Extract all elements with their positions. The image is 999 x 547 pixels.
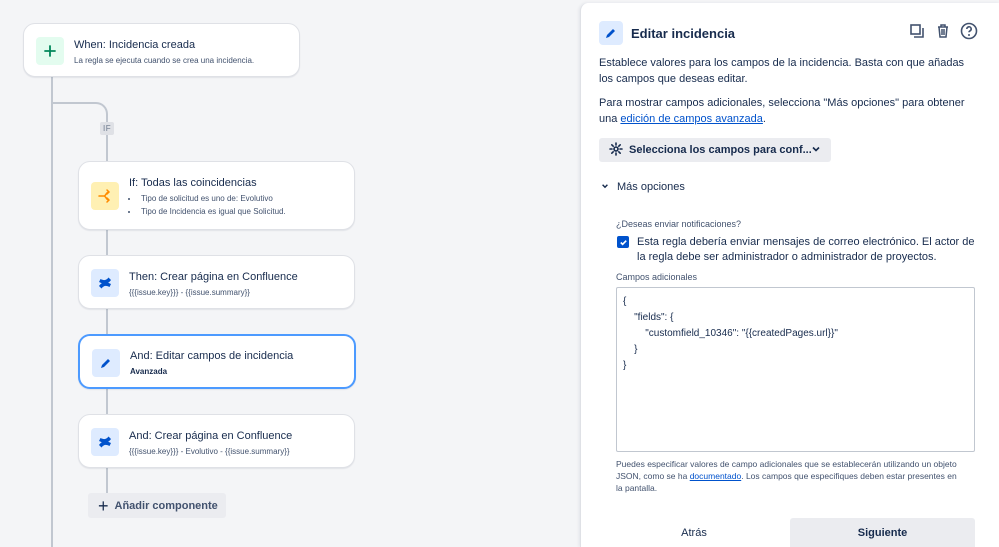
gear-icon (609, 141, 623, 159)
action-card-create-page[interactable]: Then: Crear página en Confluence {{{issu… (78, 255, 355, 309)
if-tag: IF (100, 122, 115, 135)
condition-title: If: Todas las coincidencias (129, 177, 257, 189)
trigger-subtitle: La regla se ejecuta cuando se crea una i… (74, 56, 255, 65)
notify-checkbox[interactable] (617, 236, 629, 248)
panel-intro: Establece valores para los campos de la … (599, 57, 965, 85)
rule-canvas: IF When: Incidencia creada La regla se e… (0, 0, 580, 547)
chevron-down-icon (811, 144, 821, 157)
panel-header: Editar incidencia (599, 21, 979, 47)
condition-item: Tipo de Incidencia es igual que Solicitu… (139, 207, 286, 216)
action-title: And: Editar campos de incidencia (130, 350, 294, 362)
action-card-create-page[interactable]: And: Crear página en Confluence {{{issue… (78, 414, 355, 468)
next-button[interactable]: Siguiente (790, 518, 975, 547)
trash-icon[interactable] (933, 21, 953, 41)
notify-text: Esta regla debería enviar mensajes de co… (637, 236, 975, 263)
more-fields-text: Para mostrar campos adicionales, selecci… (599, 97, 965, 125)
more-options-toggle[interactable]: Más opciones (601, 181, 685, 193)
panel-actions (907, 21, 979, 41)
chevron-down-icon (601, 181, 609, 193)
select-fields-label: Selecciona los campos para conf... (629, 144, 811, 156)
help-icon[interactable] (959, 21, 979, 41)
trigger-title: When: Incidencia creada (74, 39, 196, 51)
action-title: And: Crear página en Confluence (129, 430, 293, 442)
pencil-icon (599, 21, 623, 45)
action-subtitle: Avanzada (130, 367, 168, 376)
duplicate-icon[interactable] (907, 21, 927, 41)
edit-issue-panel: Editar incidencia Establece valores para… (580, 3, 999, 547)
condition-list: Tipo de solicitud es uno de: Evolutivo T… (139, 194, 286, 220)
plus-icon (36, 37, 64, 65)
confluence-icon (91, 428, 119, 456)
confluence-icon (91, 269, 119, 297)
trigger-card[interactable]: When: Incidencia creada La regla se ejec… (23, 23, 300, 77)
notify-label: ¿Deseas enviar notificaciones? (616, 219, 742, 229)
action-title: Then: Crear página en Confluence (129, 271, 298, 283)
plus-icon: + (98, 495, 109, 516)
add-component-button[interactable]: + Añadir componente (88, 493, 226, 518)
additional-fields-label: Campos adicionales (616, 272, 698, 282)
back-button[interactable]: Atrás (599, 518, 789, 547)
condition-card[interactable]: If: Todas las coincidencias Tipo de soli… (78, 161, 355, 230)
pencil-icon (92, 349, 120, 377)
select-fields-dropdown[interactable]: Selecciona los campos para conf... (599, 138, 831, 162)
action-subtitle: {{{issue.key}}} - {{issue.summary}} (129, 288, 250, 297)
additional-fields-textarea[interactable]: { "fields": { "customfield_10346": "{{cr… (616, 287, 975, 452)
branch-icon (91, 182, 119, 210)
action-card-edit-fields[interactable]: And: Editar campos de incidencia Avanzad… (78, 334, 356, 389)
panel-title: Editar incidencia (631, 26, 736, 41)
action-subtitle: {{{issue.key}}} - Evolutivo - {{issue.su… (129, 447, 290, 456)
documentation-link[interactable]: documentado (690, 471, 742, 481)
condition-item: Tipo de solicitud es uno de: Evolutivo (139, 194, 286, 203)
advanced-edit-link[interactable]: edición de campos avanzada (620, 113, 762, 125)
connector-line (51, 76, 53, 547)
notify-row: Esta regla debería enviar mensajes de co… (617, 235, 977, 265)
more-options-label: Más opciones (617, 181, 685, 193)
additional-fields-help: Puedes especificar valores de campo adic… (616, 459, 957, 493)
add-component-label: Añadir componente (114, 499, 218, 512)
